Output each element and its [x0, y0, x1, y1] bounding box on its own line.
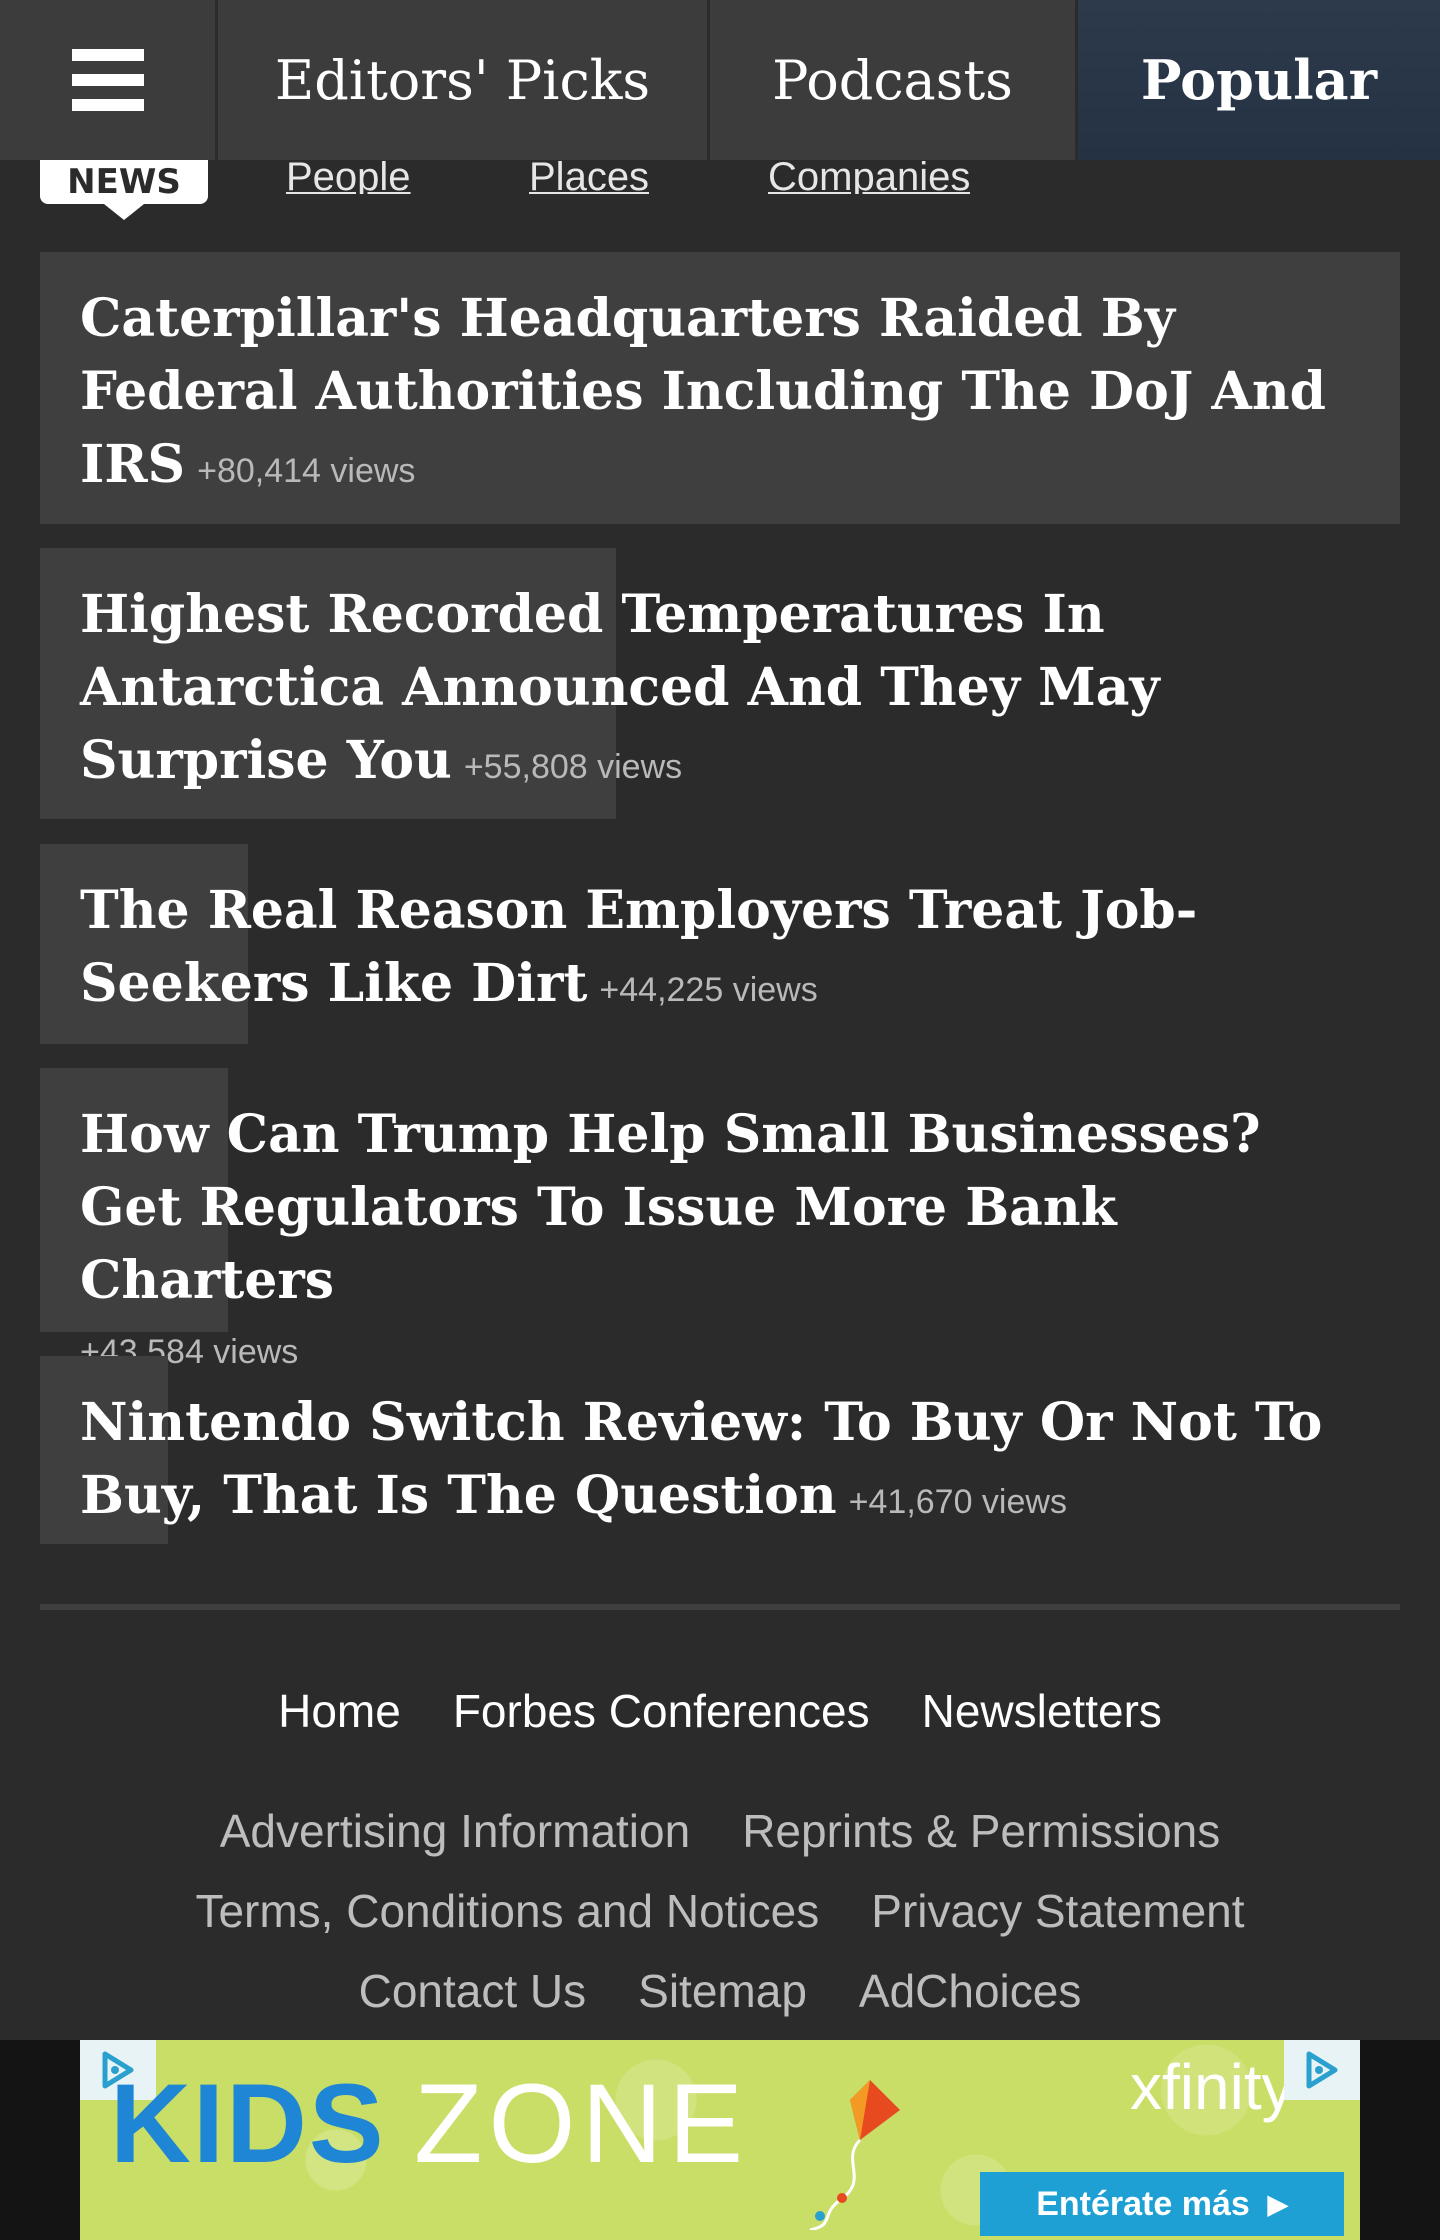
footer-contact-links: Contact Us Sitemap AdChoices — [0, 1964, 1440, 2018]
view-count: +80,414 views — [197, 452, 416, 490]
ad-kids-text: KIDS — [110, 2061, 386, 2186]
view-count: +55,808 views — [463, 748, 683, 786]
play-arrow-icon: ▶ — [1267, 2188, 1288, 2219]
list-item[interactable]: Nintendo Switch Review: To Buy Or Not To… — [40, 1356, 1400, 1544]
ad-brand-logo: xfinity — [1130, 2051, 1294, 2123]
footer-link-reprints[interactable]: Reprints & Permissions — [742, 1804, 1220, 1858]
article-title[interactable]: How Can Trump Help Small Businesses? Get… — [80, 1104, 1261, 1311]
footer-divider — [40, 1604, 1400, 1610]
ad-cta-label: Entérate más — [1036, 2184, 1250, 2223]
ad-area: KIDS ZONE xfinity Entérate más ▶ — [0, 2040, 1440, 2240]
list-item[interactable]: Highest Recorded Temperatures In Antarct… — [40, 548, 1400, 819]
list-item[interactable]: Caterpillar's Headquarters Raided By Fed… — [40, 252, 1400, 524]
view-count: +44,225 views — [599, 971, 818, 1009]
footer-link-advertising[interactable]: Advertising Information — [220, 1804, 690, 1858]
article-title[interactable]: Nintendo Switch Review: To Buy Or Not To… — [80, 1392, 1322, 1526]
filter-news-active[interactable]: NEWS — [40, 160, 208, 220]
footer-link-privacy[interactable]: Privacy Statement — [871, 1884, 1244, 1938]
list-item[interactable]: How Can Trump Help Small Businesses? Get… — [40, 1068, 1400, 1387]
tab-editors-picks[interactable]: Editors' Picks — [218, 0, 710, 160]
footer-main-links: Home Forbes Conferences Newsletters — [0, 1684, 1440, 1738]
filter-places[interactable]: Places — [529, 160, 649, 194]
footer-legal-links: Terms, Conditions and Notices Privacy St… — [0, 1884, 1440, 1938]
filter-companies[interactable]: Companies — [768, 160, 970, 194]
footer-link-terms[interactable]: Terms, Conditions and Notices — [195, 1884, 819, 1938]
tab-popular[interactable]: Popular — [1078, 0, 1440, 160]
menu-button[interactable] — [0, 0, 218, 160]
view-count: +41,670 views — [848, 1483, 1067, 1521]
top-navigation: Editors' Picks Podcasts Popular — [0, 0, 1440, 160]
footer-link-home[interactable]: Home — [278, 1684, 401, 1738]
tab-podcasts[interactable]: Podcasts — [710, 0, 1078, 160]
ad-zone-text: ZONE — [414, 2061, 750, 2186]
ad-cta-button[interactable]: Entérate más ▶ — [980, 2172, 1344, 2236]
filter-people[interactable]: People — [286, 160, 411, 194]
hamburger-menu-icon — [71, 49, 144, 111]
ad-banner[interactable]: KIDS ZONE xfinity Entérate más ▶ — [80, 2040, 1360, 2240]
footer-link-contact[interactable]: Contact Us — [359, 1964, 587, 2018]
category-filter: NEWS People Places Companies — [0, 160, 1440, 230]
footer-link-forbes-conferences[interactable]: Forbes Conferences — [453, 1684, 870, 1738]
footer-secondary-links: Advertising Information Reprints & Permi… — [0, 1804, 1440, 1858]
adchoices-icon-right[interactable] — [1284, 2040, 1360, 2100]
footer-link-newsletters[interactable]: Newsletters — [922, 1684, 1162, 1738]
footer-link-adchoices[interactable]: AdChoices — [859, 1964, 1081, 2018]
list-item[interactable]: The Real Reason Employers Treat Job-Seek… — [40, 844, 1400, 1044]
kite-icon — [809, 2080, 900, 2230]
footer-link-sitemap[interactable]: Sitemap — [638, 1964, 807, 2018]
